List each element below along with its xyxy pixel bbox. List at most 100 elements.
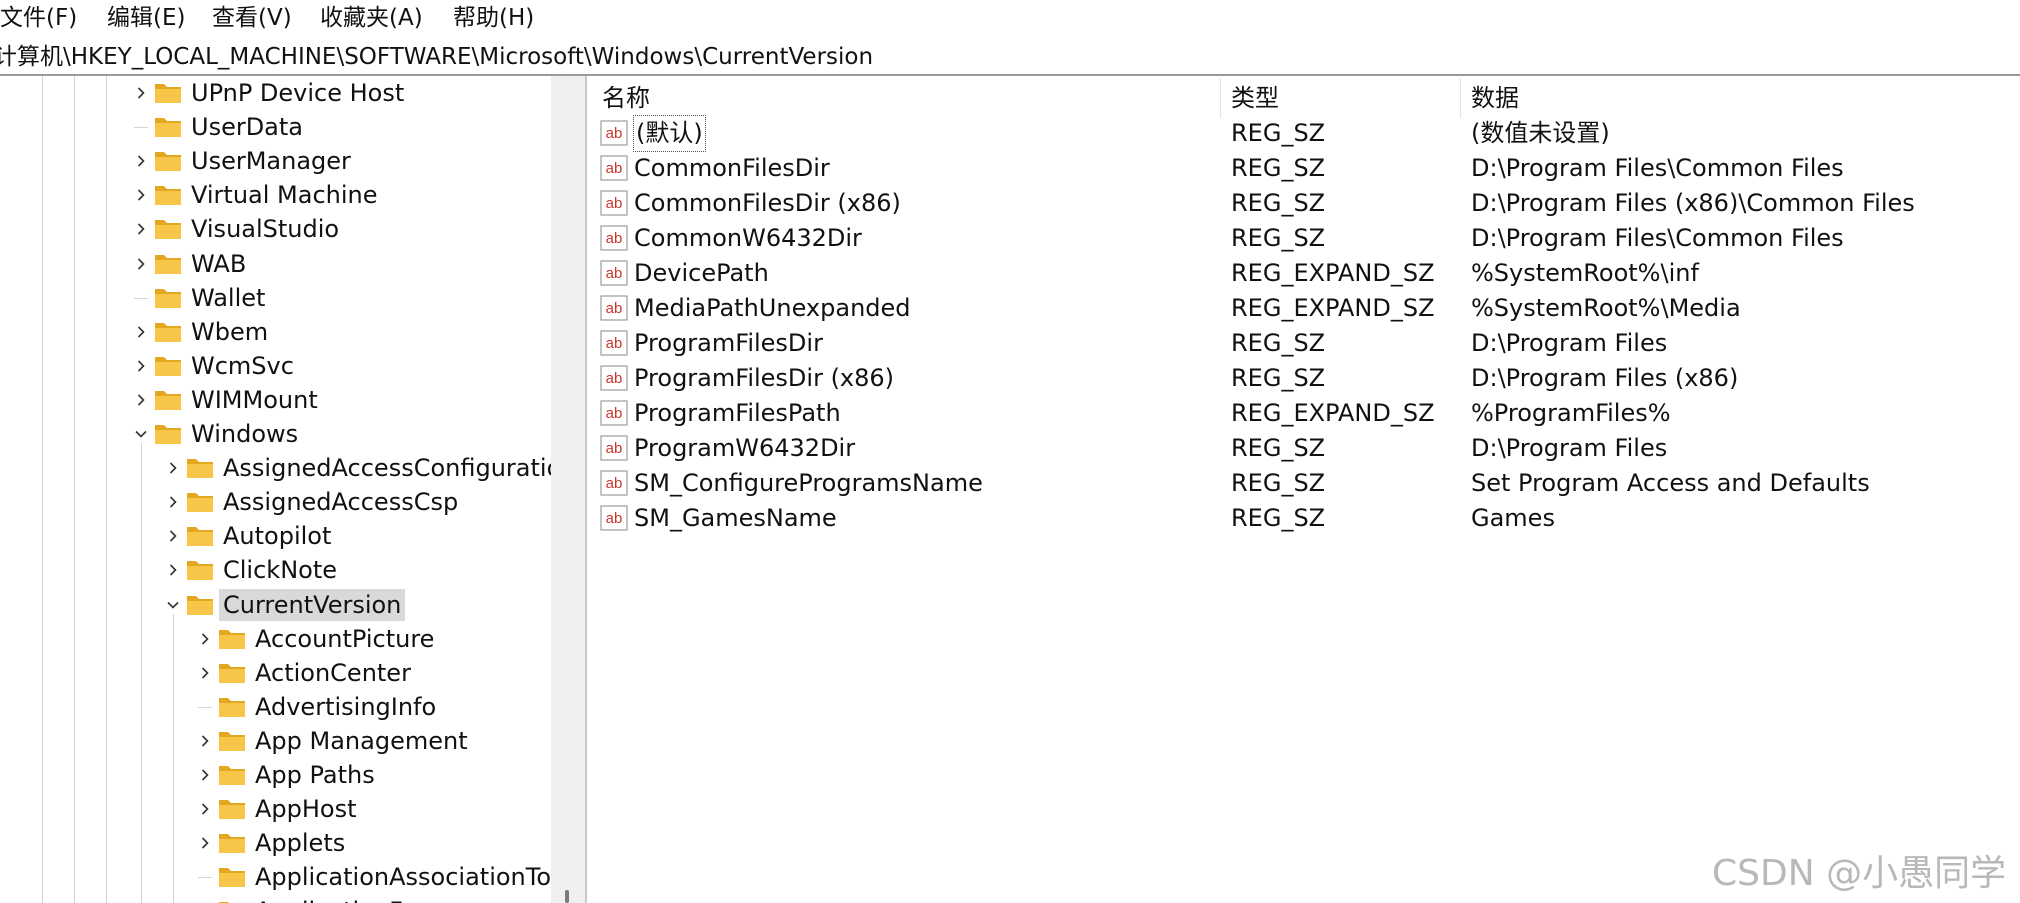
value-row[interactable]: ab (默认) REG_SZ (数值未设置) <box>590 115 2020 152</box>
tree-node[interactable]: Wbem <box>131 315 272 349</box>
value-row[interactable]: ab ProgramW6432Dir REG_SZ D:\Program Files <box>590 431 2020 466</box>
chevron-right-icon[interactable] <box>195 724 215 758</box>
pane-splitter[interactable] <box>585 76 587 903</box>
menu-view[interactable]: 查看(V) <box>212 2 292 34</box>
column-header-data[interactable]: 数据 <box>1471 80 1519 116</box>
registry-tree[interactable]: UPnP Device Host UserData UserManager Virtu… <box>0 76 551 903</box>
tree-node[interactable]: WcmSvc <box>131 349 298 383</box>
chevron-right-icon[interactable] <box>131 212 151 246</box>
value-row[interactable]: ab SM_ConfigureProgramsName REG_SZ Set Prog… <box>590 466 2020 501</box>
tree-node[interactable]: Windows <box>131 417 302 451</box>
tree-node-label[interactable]: AssignedAccessConfiguratior <box>219 452 551 484</box>
chevron-right-icon[interactable] <box>195 894 215 903</box>
column-separator[interactable] <box>1220 78 1221 118</box>
tree-node-label[interactable]: AssignedAccessCsp <box>219 486 462 518</box>
tree-node[interactable]: Wallet <box>131 281 269 315</box>
column-separator[interactable] <box>1460 78 1461 118</box>
tree-node-label[interactable]: UserData <box>187 111 307 143</box>
chevron-right-icon[interactable] <box>163 451 183 485</box>
chevron-right-icon[interactable] <box>131 178 151 212</box>
value-row[interactable]: ab CommonFilesDir REG_SZ D:\Program Files\C… <box>590 151 2020 186</box>
value-row[interactable]: ab MediaPathUnexpanded REG_EXPAND_SZ %Syste… <box>590 291 2020 326</box>
value-row[interactable]: ab DevicePath REG_EXPAND_SZ %SystemRoot%\in… <box>590 256 2020 291</box>
tree-node-label[interactable]: Wallet <box>187 282 269 314</box>
column-header-name[interactable]: 名称 <box>602 80 650 116</box>
tree-node[interactable]: Virtual Machine <box>131 178 382 212</box>
chevron-down-icon[interactable] <box>131 417 151 451</box>
tree-node-label[interactable]: ClickNote <box>219 554 341 586</box>
tree-node[interactable]: App Management <box>195 724 472 758</box>
address-path[interactable]: 计算机\HKEY_LOCAL_MACHINE\SOFTWARE\Microsof… <box>0 40 873 74</box>
tree-node[interactable]: VisualStudio <box>131 212 343 246</box>
tree-node-label[interactable]: WIMMount <box>187 384 322 416</box>
value-row[interactable]: ab CommonFilesDir (x86) REG_SZ D:\Program F… <box>590 186 2020 221</box>
tree-node[interactable]: ApplicationAssociationToa <box>195 860 551 894</box>
tree-node-label[interactable]: ApplicationAssociationToa <box>251 861 551 893</box>
chevron-right-icon[interactable] <box>131 76 151 110</box>
tree-node-label[interactable]: Wbem <box>187 316 272 348</box>
tree-node[interactable]: UPnP Device Host <box>131 76 408 110</box>
tree-node[interactable]: UserManager <box>131 144 355 178</box>
tree-scrollbar[interactable] <box>551 76 586 903</box>
tree-node[interactable]: Applets <box>195 826 349 860</box>
tree-node[interactable]: AccountPicture <box>195 622 438 656</box>
tree-node[interactable]: Autopilot <box>163 519 335 553</box>
chevron-right-icon[interactable] <box>163 553 183 587</box>
value-row[interactable]: ab ProgramFilesDir REG_SZ D:\Program Files <box>590 326 2020 361</box>
tree-node-label[interactable]: ActionCenter <box>251 657 415 689</box>
chevron-right-icon[interactable] <box>195 826 215 860</box>
tree-node[interactable]: ClickNote <box>163 553 341 587</box>
tree-node-label[interactable]: UPnP Device Host <box>187 77 408 109</box>
tree-node-label[interactable]: AccountPicture <box>251 623 438 655</box>
folder-icon <box>187 527 213 547</box>
chevron-right-icon[interactable] <box>131 349 151 383</box>
value-row[interactable]: ab CommonW6432Dir REG_SZ D:\Program Files\C… <box>590 221 2020 256</box>
menu-favorites[interactable]: 收藏夹(A) <box>320 2 423 34</box>
tree-node[interactable]: AppHost <box>195 792 361 826</box>
tree-node-label[interactable]: Applets <box>251 827 349 859</box>
column-header-type[interactable]: 类型 <box>1231 80 1279 116</box>
tree-node[interactable]: App Paths <box>195 758 379 792</box>
tree-scroll-thumb[interactable] <box>565 890 569 903</box>
tree-node[interactable]: AdvertisingInfo <box>195 690 440 724</box>
tree-node-label[interactable]: WcmSvc <box>187 350 298 382</box>
menu-edit[interactable]: 编辑(E) <box>107 2 185 34</box>
tree-node-label[interactable]: UserManager <box>187 145 355 177</box>
chevron-right-icon[interactable] <box>163 519 183 553</box>
chevron-right-icon[interactable] <box>131 247 151 281</box>
tree-node[interactable]: WAB <box>131 247 250 281</box>
tree-node-label[interactable]: CurrentVersion <box>219 588 406 621</box>
value-row[interactable]: ab ProgramFilesDir (x86) REG_SZ D:\Program … <box>590 361 2020 396</box>
tree-node-label[interactable]: Virtual Machine <box>187 179 382 211</box>
tree-node[interactable]: UserData <box>131 110 307 144</box>
tree-node-label[interactable]: VisualStudio <box>187 213 343 245</box>
tree-node-label[interactable]: WAB <box>187 248 250 280</box>
tree-node[interactable]: ApplicationF <box>195 894 407 903</box>
tree-node-label[interactable]: ApplicationF <box>251 895 407 903</box>
tree-node-label[interactable]: AppHost <box>251 793 361 825</box>
menu-file[interactable]: 文件(F) <box>0 2 77 34</box>
chevron-right-icon[interactable] <box>195 758 215 792</box>
tree-node[interactable]: ActionCenter <box>195 656 415 690</box>
tree-node-label[interactable]: App Management <box>251 725 472 757</box>
tree-node[interactable]: AssignedAccessConfiguratior <box>163 451 551 485</box>
chevron-right-icon[interactable] <box>131 144 151 178</box>
address-bar[interactable]: 计算机\HKEY_LOCAL_MACHINE\SOFTWARE\Microsof… <box>0 38 2020 76</box>
tree-node-label[interactable]: Autopilot <box>219 520 335 552</box>
tree-node[interactable]: CurrentVersion <box>163 588 406 622</box>
chevron-right-icon[interactable] <box>131 383 151 417</box>
chevron-right-icon[interactable] <box>131 315 151 349</box>
tree-node-label[interactable]: AdvertisingInfo <box>251 691 440 723</box>
chevron-right-icon[interactable] <box>195 792 215 826</box>
value-row[interactable]: ab ProgramFilesPath REG_EXPAND_SZ %ProgramF… <box>590 396 2020 431</box>
tree-node[interactable]: AssignedAccessCsp <box>163 485 462 519</box>
tree-node[interactable]: WIMMount <box>131 383 322 417</box>
tree-node-label[interactable]: Windows <box>187 418 302 450</box>
tree-node-label[interactable]: App Paths <box>251 759 379 791</box>
chevron-down-icon[interactable] <box>163 588 183 622</box>
chevron-right-icon[interactable] <box>163 485 183 519</box>
chevron-right-icon[interactable] <box>195 622 215 656</box>
value-row[interactable]: ab SM_GamesName REG_SZ Games <box>590 501 2020 536</box>
chevron-right-icon[interactable] <box>195 656 215 690</box>
menu-help[interactable]: 帮助(H) <box>453 2 534 34</box>
